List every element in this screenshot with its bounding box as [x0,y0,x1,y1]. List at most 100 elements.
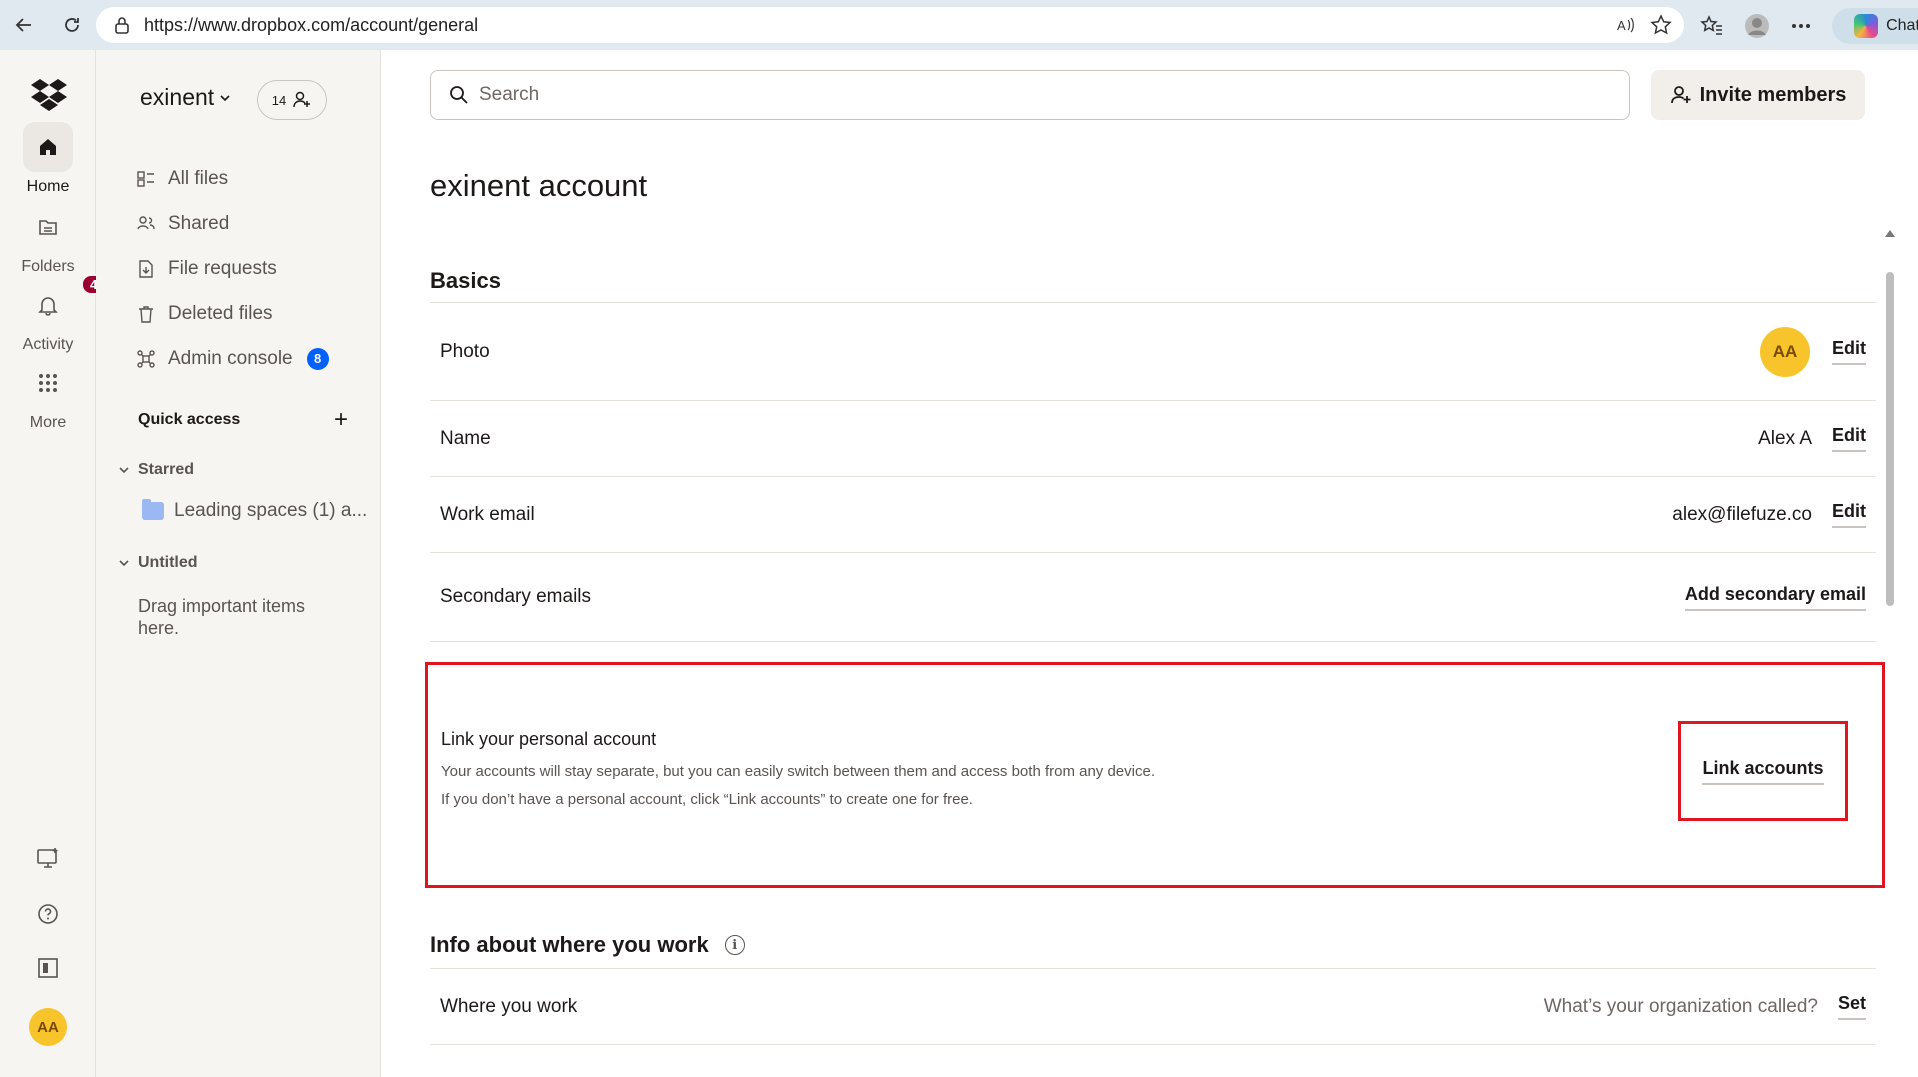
where-you-work-row: Where you work What’s your organization … [430,968,1876,1044]
profile-photo-avatar: AA [1760,326,1810,377]
invite-members-button[interactable]: Invite members [1651,70,1865,120]
chevron-down-icon [220,94,230,101]
copilot-icon [1854,14,1879,38]
address-bar[interactable]: https://www.dropbox.com/account/general … [96,7,1684,43]
favorite-star-icon[interactable] [1650,14,1672,36]
search-placeholder: Search [479,84,540,105]
scroll-thumb[interactable] [1886,272,1894,606]
profile-icon[interactable] [1744,13,1770,39]
browser-toolbar: https://www.dropbox.com/account/general … [0,0,1918,50]
add-person-icon [1670,86,1691,104]
trash-icon [139,305,153,323]
files-nav: All files Shared File requests Deleted f… [136,156,329,381]
page-scrollbar[interactable] [1881,50,1897,1077]
rail-item-more[interactable]: More [0,358,96,432]
work-info-title: Info about where you work [430,932,709,957]
secondary-emails-label: Secondary emails [440,586,592,607]
link-personal-desc-1: Your accounts will stay separate, but yo… [441,763,1155,780]
rail-item-folders[interactable]: Folders [0,202,96,276]
scroll-up-arrow-icon[interactable] [1885,230,1895,237]
admin-console-icon [137,349,155,368]
organization-placeholder: What’s your organization called? [1543,995,1818,1017]
quick-access-header: Quick access + [138,408,348,432]
team-members-button[interactable]: 14 [257,80,327,120]
info-icon[interactable]: i [724,935,745,955]
name-label: Name [440,427,491,449]
nav-label: Shared [168,212,230,234]
work-email-value: alex@filefuze.co [1672,503,1812,525]
link-accounts-highlight: Link accounts [1678,721,1848,821]
work-info-heading: Info about where you work i [430,932,745,958]
nav-deleted-files[interactable]: Deleted files [136,291,329,336]
back-button[interactable] [10,11,38,39]
desktop-app-icon[interactable] [36,846,60,870]
starred-label: Starred [138,461,195,478]
basics-title: Basics [430,268,501,293]
work-email-label: Work email [440,503,535,525]
work-email-row: Work email alex@filefuze.co Edit [430,476,1876,552]
nav-admin-console[interactable]: Admin console 8 [136,336,329,381]
where-you-work-label: Where you work [440,995,578,1017]
name-row: Name Alex A Edit [430,400,1876,476]
photo-label: Photo [440,340,490,362]
nav-file-requests[interactable]: File requests [136,246,329,291]
chevron-down-icon [119,560,129,567]
dropbox-logo-icon[interactable] [30,78,68,112]
member-count: 14 [271,92,287,108]
team-switcher[interactable]: exinent [140,84,232,111]
reload-button[interactable] [58,11,86,39]
rail-item-home[interactable]: Home [0,122,96,196]
rail-label-home: Home [26,178,70,195]
grid-icon [39,374,57,392]
starred-folder-item[interactable]: Leading spaces (1) a... [142,499,367,522]
sidebar-toggle-icon[interactable] [36,956,60,980]
home-icon [40,139,56,155]
add-quick-access-icon[interactable]: + [334,408,348,432]
folder-icon [39,220,57,235]
link-personal-desc-2: If you don’t have a personal account, cl… [441,791,973,808]
account-settings-main: Search Invite members exinent account Ba… [381,50,1897,1077]
set-organization-button[interactable]: Set [1837,993,1866,1020]
add-secondary-email-button[interactable]: Add secondary email [1684,584,1866,611]
url-text: https://www.dropbox.com/account/general [144,14,479,35]
copilot-chat-button[interactable]: Chat [1832,8,1918,44]
link-personal-title: Link your personal account [441,729,657,749]
files-sidebar: exinent 14 All files Shared File request… [96,50,381,1077]
nav-label: Deleted files [168,302,273,324]
name-value: Alex A [1758,427,1812,449]
global-nav-rail: Home Folders 40 Activity More AA [0,50,114,1077]
untitled-section-toggle[interactable]: Untitled [118,554,198,572]
lock-icon [115,17,129,34]
quick-access-label: Quick access [138,411,241,428]
drag-hint-text: Drag important items here. [138,596,306,638]
link-accounts-button[interactable]: Link accounts [1702,758,1824,785]
help-icon[interactable] [36,902,60,926]
add-member-icon [293,91,311,108]
nav-label: All files [168,167,229,189]
rail-label-folders: Folders [21,258,75,275]
account-avatar[interactable]: AA [29,1008,67,1046]
basics-heading: Basics [430,268,501,294]
chat-label: Chat [1886,17,1918,34]
rail-item-activity[interactable]: 40 Activity [0,274,114,354]
edit-email-button[interactable]: Edit [1832,501,1866,528]
search-input[interactable]: Search [430,70,1630,120]
nav-shared[interactable]: Shared [136,201,329,246]
favorites-icon[interactable] [1700,14,1724,38]
edit-photo-button[interactable]: Edit [1832,338,1866,365]
edit-name-button[interactable]: Edit [1832,425,1866,452]
all-files-icon [137,170,154,187]
nav-label: Admin console [168,347,293,369]
rail-label-more: More [29,414,67,431]
svg-text:A: A [1617,18,1626,33]
bell-icon [38,297,58,316]
chevron-down-icon [119,467,129,474]
nav-all-files[interactable]: All files [136,156,329,201]
search-icon [450,86,468,104]
read-aloud-icon[interactable]: A [1616,15,1636,35]
admin-console-badge: 8 [306,347,329,370]
starred-section-toggle[interactable]: Starred [118,461,194,479]
page-title: exinent account [430,168,648,203]
next-row-partial [430,1044,1876,1077]
more-options-icon[interactable] [1790,15,1812,37]
